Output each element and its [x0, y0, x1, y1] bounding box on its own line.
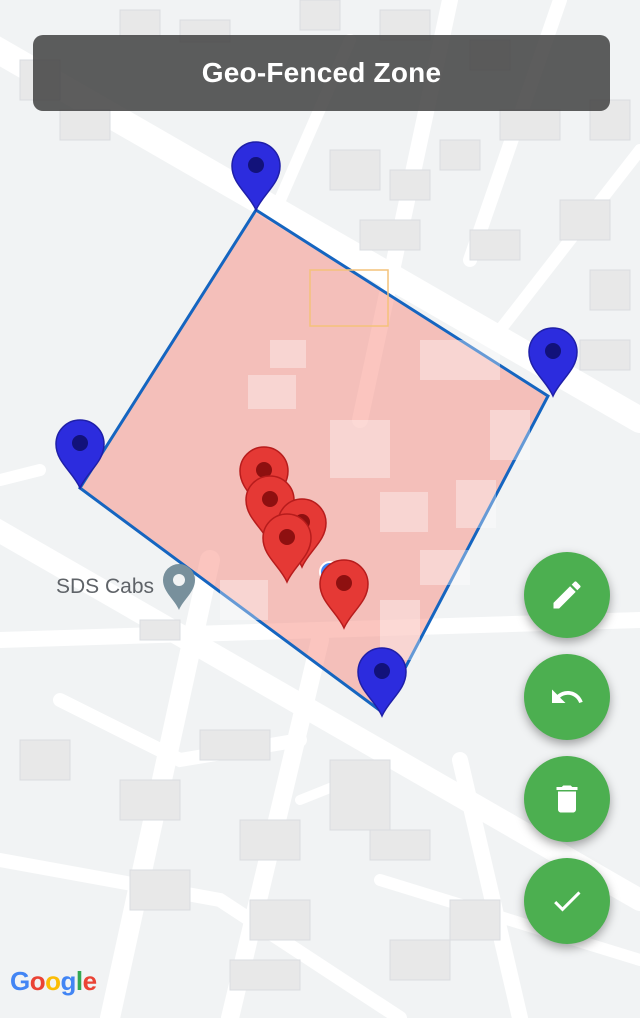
- delete-button[interactable]: [524, 756, 610, 842]
- title-bar: Geo-Fenced Zone: [33, 35, 610, 111]
- logo-letter: o: [45, 966, 61, 996]
- logo-letter: o: [29, 966, 46, 996]
- undo-button[interactable]: [524, 654, 610, 740]
- check-icon: [554, 891, 581, 912]
- logo-letter: g: [60, 966, 77, 996]
- trash-icon: [556, 785, 578, 813]
- logo-letter: e: [82, 966, 97, 996]
- logo-letter: l: [75, 966, 83, 996]
- logo-letter: G: [10, 966, 30, 996]
- confirm-button[interactable]: [524, 858, 610, 944]
- edit-button[interactable]: [524, 552, 610, 638]
- undo-icon: [552, 689, 583, 703]
- pencil-icon: [553, 581, 581, 609]
- google-logo: Google: [10, 966, 97, 997]
- place-label[interactable]: SDS Cabs: [56, 575, 154, 599]
- page-title: Geo-Fenced Zone: [201, 57, 442, 88]
